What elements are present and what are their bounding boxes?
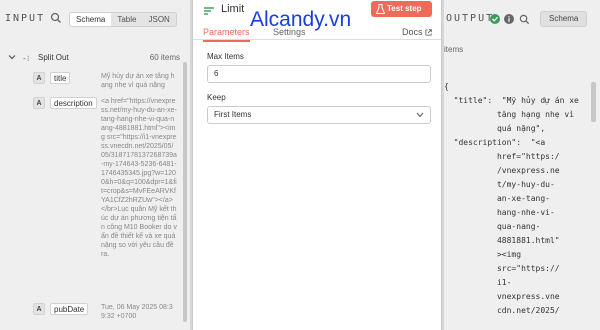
field-value: Tue, 06 May 2025 08:39:32 +0700 [101, 304, 173, 320]
keep-label: Keep [207, 93, 226, 102]
scrollbar[interactable] [591, 82, 596, 122]
node-settings-panel: Limit Test step Alcandy.vn Parameters Se… [192, 0, 442, 330]
json-output: { "title": "Mỹ hủy dự án xe tăng hạng nh… [444, 80, 594, 318]
node-label: Split Out [38, 53, 69, 62]
item-count: 60 items [149, 53, 180, 62]
json-line: ><img [444, 250, 522, 259]
tab-json[interactable]: JSON [142, 13, 175, 26]
max-items-input[interactable]: 6 [207, 65, 431, 83]
json-line: quá nặng", [444, 124, 546, 133]
info-icon[interactable] [504, 14, 514, 24]
string-type-icon: A [33, 97, 45, 109]
json-line: vnexpress.vne [444, 292, 560, 301]
keep-select[interactable]: First Items [207, 106, 431, 124]
split-out-icon: -⁝ [22, 54, 29, 63]
flask-icon [376, 4, 385, 14]
output-title: OUTPUT [446, 13, 495, 24]
json-line: src="https:// [444, 264, 560, 273]
max-items-label: Max Items [207, 52, 244, 61]
items-count-label: items [444, 45, 464, 54]
scrollbar[interactable] [183, 62, 187, 322]
search-icon[interactable] [519, 14, 530, 25]
chevron-down-icon [416, 112, 424, 118]
output-panel: OUTPUT Schema items { "title": "Mỹ hủy d… [444, 0, 600, 330]
test-step-label: Test step [387, 4, 422, 13]
input-panel-header: INPUT Schema Table JSON [0, 9, 190, 29]
json-line: tăng hạng nhẹ vì [444, 110, 575, 119]
test-step-button[interactable]: Test step [371, 1, 432, 17]
json-line: { [444, 82, 449, 91]
tab-table[interactable]: Table [111, 13, 142, 26]
tab-settings[interactable]: Settings [273, 27, 306, 37]
field-value: Mỹ hủy dự án xe tăng hạng nhẹ vì quá nặn… [101, 73, 175, 89]
json-line: href="https:/ [444, 152, 560, 161]
json-line: hang-nhe-vi- [444, 208, 555, 217]
success-check-icon [490, 14, 500, 24]
json-line: t/my-huy-du- [444, 180, 555, 189]
json-line: /vnexpress.ne [444, 166, 560, 175]
input-panel: INPUT Schema Table JSON -⁝ Split Out 60 … [0, 0, 190, 330]
json-line: qua-nang- [444, 222, 541, 231]
input-view-tabs: Schema Table JSON [69, 12, 177, 27]
field-row-description[interactable]: A description <a href="https://vnexpress… [33, 97, 183, 297]
field-value: <a href="https://vnexpress.net/my-huy-du… [101, 98, 177, 258]
tabs-divider [193, 39, 441, 40]
search-icon[interactable] [50, 12, 62, 24]
string-type-icon: A [33, 72, 45, 84]
svg-text:-⁝: -⁝ [22, 54, 29, 63]
tab-schema[interactable]: Schema [540, 11, 588, 27]
field-name[interactable]: title [50, 72, 71, 84]
json-line: "description": "<a [444, 138, 546, 147]
tab-schema[interactable]: Schema [70, 13, 112, 26]
json-line: 4881881.html" [444, 236, 560, 245]
json-line: cdn.net/2025/ [444, 306, 560, 315]
tab-parameters[interactable]: Parameters [203, 27, 250, 42]
field-row-pubdate[interactable]: A pubDate Tue, 06 May 2025 08:39:32 +070… [33, 303, 183, 325]
input-title: INPUT [5, 13, 46, 24]
chevron-down-icon[interactable] [8, 53, 16, 61]
node-title: Limit [221, 3, 245, 15]
field-name[interactable]: pubDate [50, 303, 89, 315]
field-row-title[interactable]: A title Mỹ hủy dự án xe tăng hạng nhẹ vì… [33, 72, 183, 94]
limit-node-icon [204, 7, 214, 15]
node-tree-row[interactable]: -⁝ Split Out 60 items [8, 52, 184, 66]
external-link-icon [425, 29, 432, 36]
json-line: an-xe-tang- [444, 194, 550, 203]
json-line: i1- [444, 278, 512, 287]
field-name[interactable]: description [50, 97, 97, 109]
string-type-icon: A [33, 303, 45, 315]
json-line: "title": "Mỹ hủy dự án xe [444, 96, 579, 105]
keep-select-value: First Items [214, 110, 252, 119]
docs-label: Docs [402, 27, 423, 37]
docs-link[interactable]: Docs [402, 27, 432, 37]
